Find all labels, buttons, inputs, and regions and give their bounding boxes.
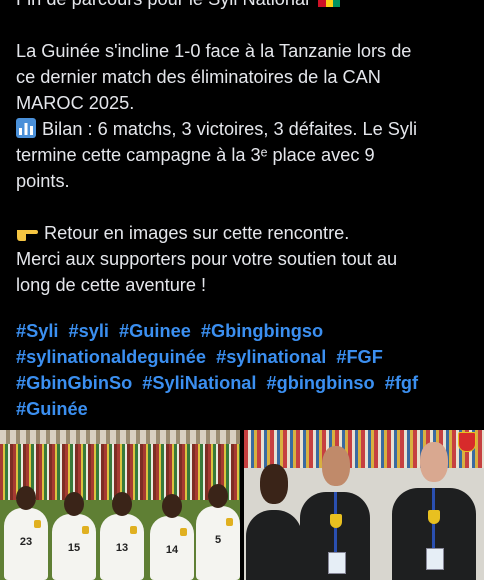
bar-chart-icon xyxy=(16,118,36,145)
bilan-text: Bilan : 6 matchs, 3 victoires, 3 défaite… xyxy=(42,119,418,139)
hashtag-link[interactable]: #fgf xyxy=(385,373,418,393)
hashtag-link[interactable]: #Guinee xyxy=(119,321,191,341)
player-figure: 15 xyxy=(52,492,96,580)
bilan-line: points. xyxy=(16,171,70,191)
hashtag-link[interactable]: #syli xyxy=(69,321,109,341)
post-title: Fin de parcours pour le Syli National xyxy=(16,0,309,9)
hashtag-link[interactable]: #FGF xyxy=(336,347,382,367)
photo-grid: 23 15 13 14 5 xyxy=(0,430,484,580)
stadium-crowd xyxy=(244,430,484,468)
hashtag-line: #Syli #syli #Guinee #Gbingbingso xyxy=(16,318,476,344)
hashtag-link[interactable]: #gbingbinso xyxy=(267,373,375,393)
team-photo[interactable]: 23 15 13 14 5 xyxy=(0,430,240,580)
hashtag-link[interactable]: #SyliNational xyxy=(142,373,256,393)
post-title-line: Fin de parcours pour le Syli National xyxy=(16,0,476,12)
post-text: Fin de parcours pour le Syli National La… xyxy=(16,0,476,298)
bilan-line: termine cette campagne à la 3ᵉ place ave… xyxy=(16,145,375,165)
player-number: 13 xyxy=(115,542,129,554)
player-figure: 14 xyxy=(150,494,194,580)
paragraph3-line: long de cette aventure ! xyxy=(16,275,207,295)
player-number: 15 xyxy=(67,542,81,554)
paragraph1-line: MAROC 2025. xyxy=(16,93,135,113)
hashtag-link[interactable]: #GbinGbinSo xyxy=(16,373,132,393)
hashtag-line: #Guinée xyxy=(16,396,476,422)
paragraph3-text: Retour en images sur cette rencontre. xyxy=(44,223,350,243)
hashtag-block: #Syli #syli #Guinee #Gbingbingso #sylina… xyxy=(16,318,476,422)
staff-photo[interactable] xyxy=(244,430,484,580)
hashtag-link[interactable]: #Guinée xyxy=(16,399,88,419)
federation-logo-icon xyxy=(458,432,476,452)
facebook-post: Fin de parcours pour le Syli National La… xyxy=(0,0,484,580)
staff-figure xyxy=(392,442,476,580)
player-number: 23 xyxy=(19,536,33,548)
hashtag-link[interactable]: #sylinational xyxy=(216,347,326,367)
guinea-flag-icon xyxy=(318,0,341,7)
paragraph1-line: ce dernier match des éliminatoires de la… xyxy=(16,67,381,87)
player-figure: 5 xyxy=(196,484,240,580)
paragraph3-line: Retour en images sur cette rencontre. xyxy=(16,220,476,246)
player-figure: 23 xyxy=(4,486,48,580)
staff-figure xyxy=(300,446,370,580)
hashtag-line: #GbinGbinSo #SyliNational #gbingbinso #f… xyxy=(16,370,476,396)
staff-figure xyxy=(246,464,302,580)
player-number: 14 xyxy=(165,544,179,556)
hashtag-line: #sylinationaldeguinée #sylinational #FGF xyxy=(16,344,476,370)
paragraph3-line: Merci aux supporters pour votre soutien … xyxy=(16,249,398,269)
hashtag-link[interactable]: #Syli xyxy=(16,321,58,341)
player-figure: 13 xyxy=(100,492,144,580)
stadium-roof xyxy=(0,430,240,444)
hashtag-link[interactable]: #sylinationaldeguinée xyxy=(16,347,206,367)
paragraph1-line: La Guinée s'incline 1-0 face à la Tanzan… xyxy=(16,41,412,61)
hashtag-link[interactable]: #Gbingbingso xyxy=(201,321,323,341)
bilan-line: Bilan : 6 matchs, 3 victoires, 3 défaite… xyxy=(16,116,476,142)
player-number: 5 xyxy=(214,534,222,546)
